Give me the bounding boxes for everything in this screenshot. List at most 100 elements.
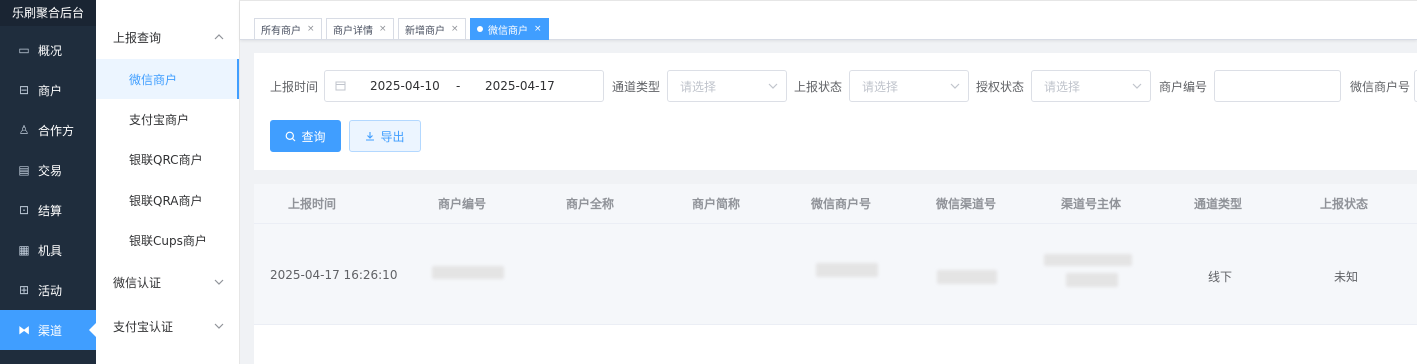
redacted-merchant-no bbox=[432, 266, 504, 279]
th-full-name: 商户全称 bbox=[565, 197, 614, 211]
wx-merchant-no-label: 微信商户号 bbox=[1350, 80, 1411, 94]
submenu-item-alipay-merchant[interactable]: 支付宝商户 bbox=[96, 99, 239, 139]
redacted-wx-merchant-no bbox=[816, 263, 878, 277]
active-indicator bbox=[89, 323, 96, 337]
submenu-group-label: 支付宝认证 bbox=[113, 319, 174, 334]
tab-label: 商户详情 bbox=[333, 25, 373, 37]
submenu-item-unionpay-qrc[interactable]: 银联QRC商户 bbox=[96, 139, 239, 179]
channel-type-label: 通道类型 bbox=[612, 80, 661, 94]
overview-icon: ▭ bbox=[18, 43, 30, 57]
main-nav: 乐刷聚合后台 ▭ 概况 ⊟ 商户 ♙ 合作方 ▤ 交易 ⊡ 结算 ▦ 机具 ⊞ … bbox=[0, 0, 96, 364]
merchant-no-input[interactable] bbox=[1214, 70, 1341, 102]
activity-icon: ⊞ bbox=[18, 283, 30, 297]
search-icon bbox=[285, 131, 296, 142]
merchant-icon: ⊟ bbox=[18, 83, 30, 97]
tab-label: 微信商户 bbox=[488, 25, 528, 37]
th-wx-merchant-no: 微信商户号 bbox=[810, 197, 871, 211]
date-end[interactable]: 2025-04-17 bbox=[485, 79, 555, 93]
nav-item-transaction[interactable]: ▤ 交易 bbox=[0, 150, 96, 190]
cell-report-status: 未知 bbox=[1334, 270, 1359, 284]
th-wx-channel-no: 微信渠道号 bbox=[935, 197, 996, 211]
th-report-time: 上报时间 bbox=[287, 197, 336, 211]
auth-status-label: 授权状态 bbox=[976, 80, 1025, 94]
sub-menu: 上报查询 微信商户 支付宝商户 银联QRC商户 银联QRA商户 银联Cups商户… bbox=[96, 0, 240, 364]
chevron-down-icon bbox=[768, 80, 778, 94]
th-report-status: 上报状态 bbox=[1319, 197, 1368, 211]
redacted-wx-channel-no bbox=[937, 270, 997, 284]
nav-item-device[interactable]: ▦ 机具 bbox=[0, 230, 96, 270]
data-table: 上报时间 商户编号 商户全称 商户简称 微信商户号 微信渠道号 渠道号主体 通道… bbox=[254, 184, 1417, 364]
filter-panel: 上报时间 2025-04-10 - 2025-04-17 通道类型 请选择 上报… bbox=[254, 53, 1417, 170]
nav-label: 交易 bbox=[38, 163, 63, 178]
submenu-item-unionpay-cups[interactable]: 银联Cups商户 bbox=[96, 220, 239, 260]
transaction-icon: ▤ bbox=[18, 163, 30, 177]
tab-merchant-detail[interactable]: 商户详情 × bbox=[326, 18, 394, 40]
tab-all-merchants[interactable]: 所有商户 × bbox=[254, 18, 322, 40]
submenu-item-unionpay-qra[interactable]: 银联QRA商户 bbox=[96, 180, 239, 220]
date-start[interactable]: 2025-04-10 bbox=[370, 79, 440, 93]
select-placeholder: 请选择 bbox=[680, 79, 717, 94]
partner-icon: ♙ bbox=[18, 123, 30, 137]
cell-channel-type: 线下 bbox=[1208, 270, 1233, 284]
tab-new-merchant[interactable]: 新增商户 × bbox=[398, 18, 466, 40]
query-button[interactable]: 查询 bbox=[270, 120, 341, 152]
report-status-label: 上报状态 bbox=[794, 80, 843, 94]
nav-label: 合作方 bbox=[38, 123, 75, 138]
table-row[interactable]: 2025-04-17 16:26:10 线下 未知 bbox=[254, 224, 1417, 325]
report-status-select[interactable]: 请选择 bbox=[849, 70, 969, 102]
th-channel-subject: 渠道号主体 bbox=[1060, 197, 1121, 211]
nav-item-merchant[interactable]: ⊟ 商户 bbox=[0, 70, 96, 110]
nav-item-overview[interactable]: ▭ 概况 bbox=[0, 30, 96, 70]
chevron-down-icon bbox=[950, 80, 960, 94]
export-label: 导出 bbox=[380, 129, 405, 144]
th-merchant-no: 商户编号 bbox=[437, 197, 486, 211]
select-placeholder: 请选择 bbox=[862, 79, 899, 94]
th-channel-type: 通道类型 bbox=[1193, 197, 1242, 211]
chevron-down-icon bbox=[214, 320, 224, 334]
redacted-channel-subject bbox=[1066, 273, 1118, 287]
chevron-down-icon bbox=[1132, 80, 1142, 94]
close-icon[interactable]: × bbox=[451, 24, 459, 34]
channel-icon: ⧓ bbox=[18, 323, 30, 337]
active-dot-icon bbox=[477, 26, 483, 32]
submenu-group-alipay-auth[interactable]: 支付宝认证 bbox=[96, 306, 240, 346]
close-icon[interactable]: × bbox=[534, 24, 542, 34]
submenu-group-label: 微信认证 bbox=[113, 275, 162, 290]
nav-label: 渠道 bbox=[38, 323, 63, 338]
date-range-picker[interactable]: 2025-04-10 - 2025-04-17 bbox=[324, 70, 604, 102]
report-time-label: 上报时间 bbox=[270, 80, 319, 94]
export-button[interactable]: 导出 bbox=[349, 120, 421, 152]
select-placeholder: 请选择 bbox=[1044, 79, 1081, 94]
app-title: 乐刷聚合后台 bbox=[0, 0, 96, 26]
nav-label: 机具 bbox=[38, 243, 63, 258]
nav-item-settlement[interactable]: ⊡ 结算 bbox=[0, 190, 96, 230]
close-icon[interactable]: × bbox=[307, 24, 315, 34]
channel-type-select[interactable]: 请选择 bbox=[667, 70, 787, 102]
calendar-icon bbox=[335, 80, 346, 94]
submenu-item-wechat-merchant[interactable]: 微信商户 bbox=[96, 59, 239, 99]
tab-wechat-merchant[interactable]: 微信商户 × bbox=[470, 18, 549, 40]
nav-label: 概况 bbox=[38, 43, 63, 58]
date-separator: - bbox=[456, 79, 461, 93]
tags-view: 所有商户 × 商户详情 × 新增商户 × 微信商户 × bbox=[240, 0, 1417, 40]
submenu-group-wechat-auth[interactable]: 微信认证 bbox=[96, 262, 240, 302]
chevron-up-icon bbox=[214, 31, 224, 45]
chevron-down-icon bbox=[214, 276, 224, 290]
settlement-icon: ⊡ bbox=[18, 203, 30, 217]
nav-label: 活动 bbox=[38, 283, 63, 298]
nav-item-channel[interactable]: ⧓ 渠道 bbox=[0, 310, 96, 350]
tab-label: 新增商户 bbox=[405, 25, 445, 37]
redacted-channel-subject bbox=[1044, 254, 1132, 266]
submenu-group-label: 上报查询 bbox=[113, 30, 162, 45]
merchant-no-label: 商户编号 bbox=[1159, 80, 1208, 94]
tab-label: 所有商户 bbox=[261, 25, 301, 37]
auth-status-select[interactable]: 请选择 bbox=[1031, 70, 1151, 102]
close-icon[interactable]: × bbox=[379, 24, 387, 34]
nav-item-partner[interactable]: ♙ 合作方 bbox=[0, 110, 96, 150]
nav-label: 商户 bbox=[38, 83, 63, 98]
download-icon bbox=[365, 131, 375, 141]
submenu-group-report-query[interactable]: 上报查询 bbox=[96, 17, 240, 57]
nav-item-activity[interactable]: ⊞ 活动 bbox=[0, 270, 96, 310]
query-label: 查询 bbox=[301, 129, 326, 144]
th-short-name: 商户简称 bbox=[691, 197, 740, 211]
